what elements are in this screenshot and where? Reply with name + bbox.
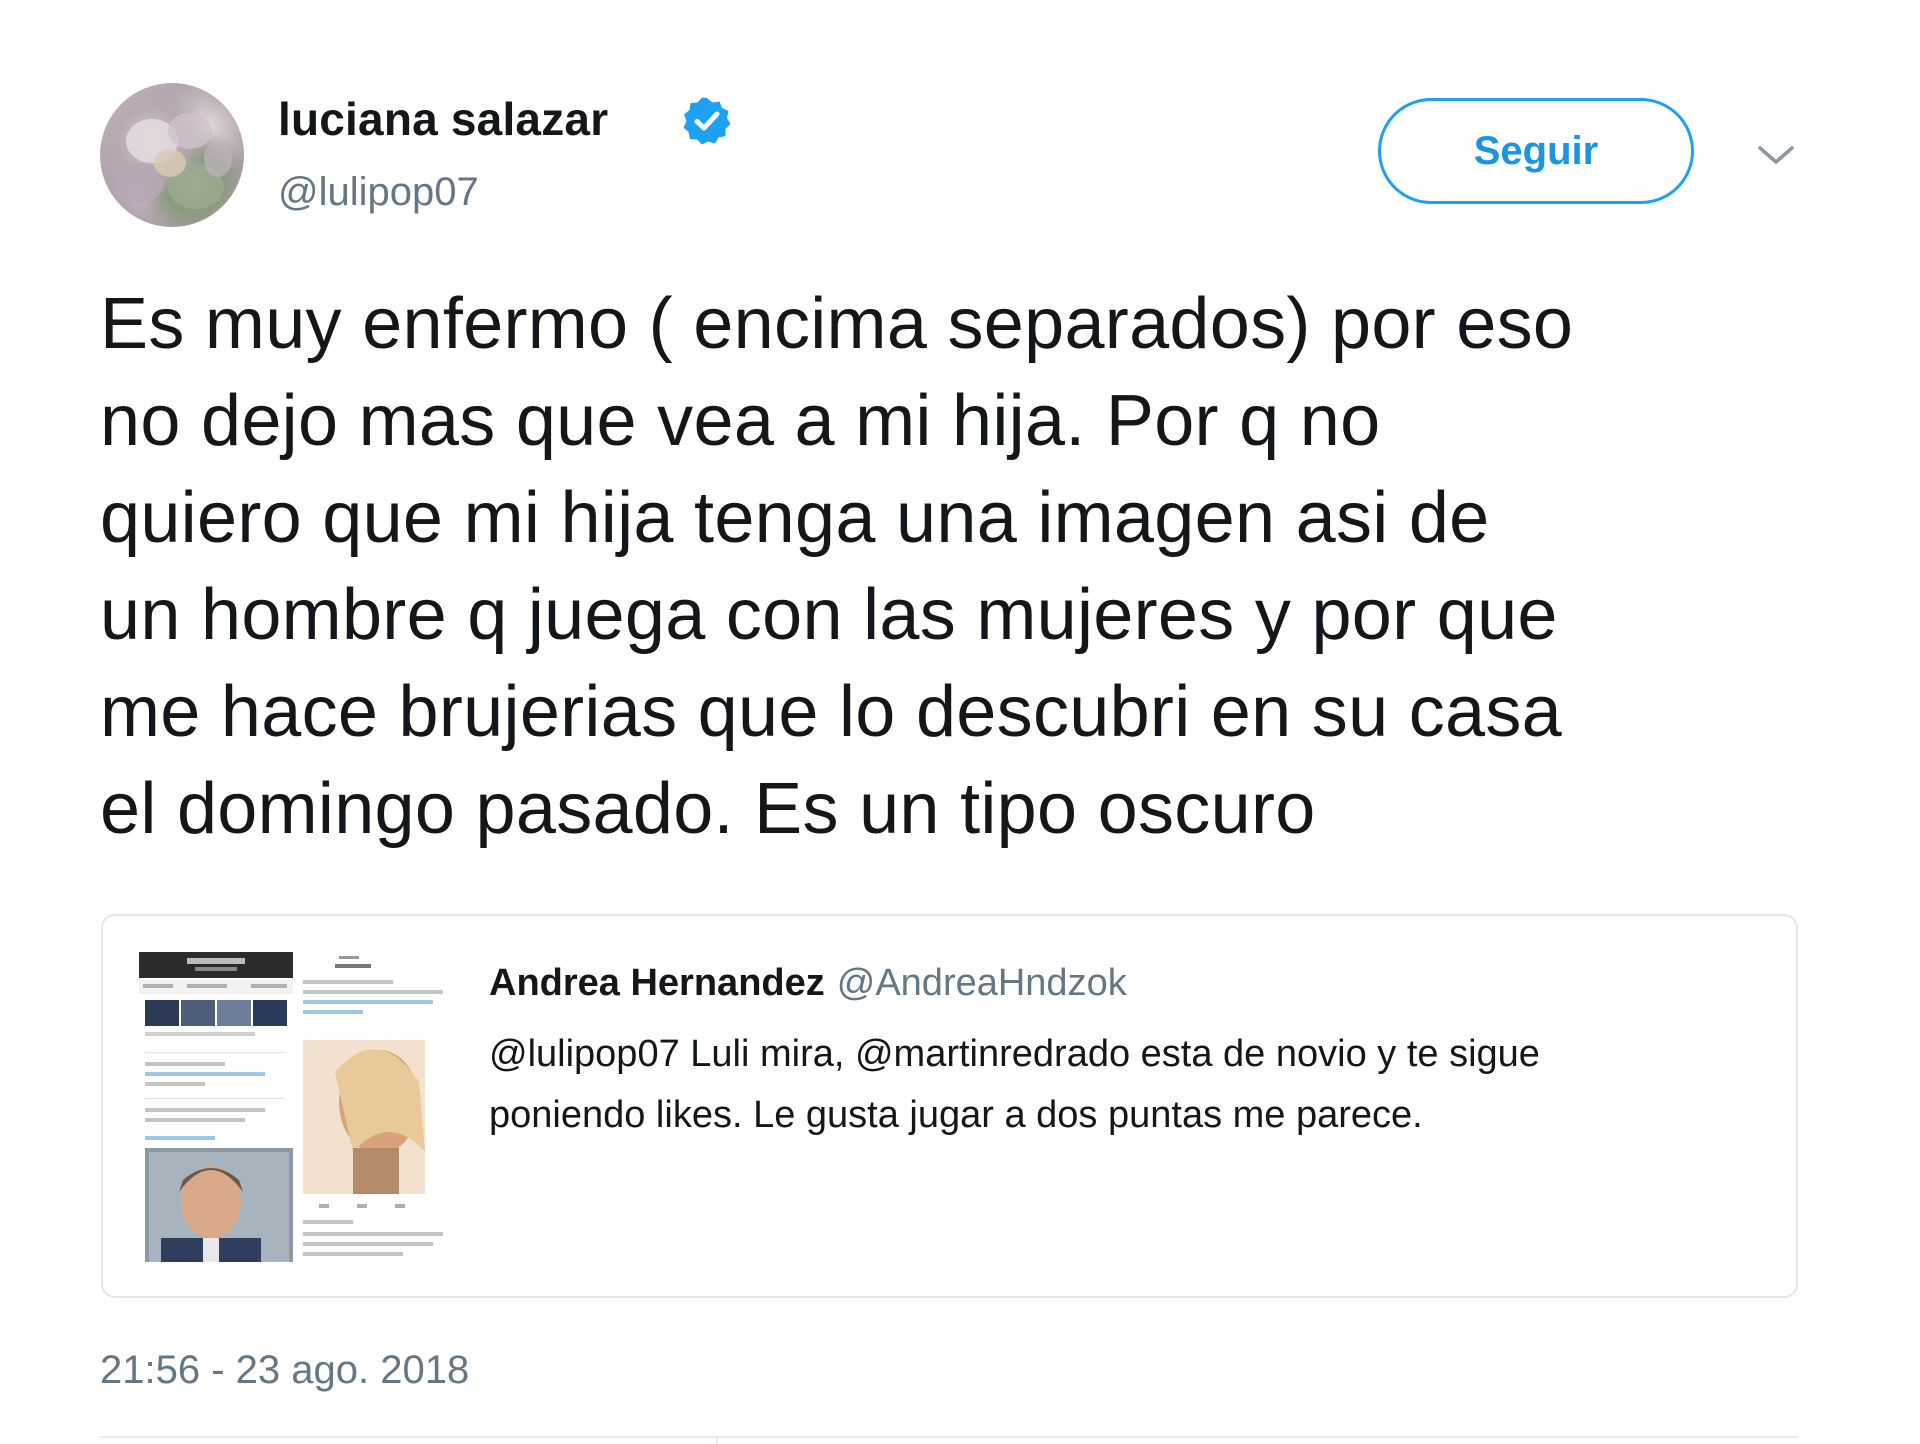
tweet-timestamp[interactable]: 21:56 - 23 ago. 2018 xyxy=(100,1348,469,1393)
tweet-text-line: un hombre q juega con las mujeres y por … xyxy=(100,575,1558,655)
tweet-text-line: el domingo pasado. Es un tipo oscuro xyxy=(100,769,1316,849)
quoted-tweet-media-thumbnail xyxy=(139,952,451,1262)
quoted-author-handle: @AndreaHndzok xyxy=(836,962,1127,1004)
follow-button[interactable]: Seguir xyxy=(1378,98,1694,204)
chevron-down-icon[interactable] xyxy=(1756,140,1796,170)
tweet: luciana salazar @lulipop07 Seguir Es muy… xyxy=(0,0,1920,1444)
quoted-author-name: Andrea Hernandez xyxy=(489,962,825,1004)
quoted-tweet-text-line: @lulipop07 Luli mira, @martinredrado est… xyxy=(489,1033,1540,1075)
tweet-text-line: quiero que mi hija tenga una imagen asi … xyxy=(100,478,1490,558)
tweet-text: Es muy enfermo ( encima separados) por e… xyxy=(100,276,1820,858)
quoted-tweet-text: @lulipop07 Luli mira, @martinredrado est… xyxy=(489,1024,1749,1146)
avatar[interactable] xyxy=(100,83,244,227)
quoted-tweet-text-line: poniendo likes. Le gusta jugar a dos pun… xyxy=(489,1094,1423,1136)
verified-badge-icon xyxy=(683,97,731,145)
avatar-image xyxy=(116,113,232,209)
tweet-text-line: Es muy enfermo ( encima separados) por e… xyxy=(100,284,1574,364)
user-handle[interactable]: @lulipop07 xyxy=(278,170,479,215)
tweet-text-line: no dejo mas que vea a mi hija. Por q no xyxy=(100,381,1381,461)
user-name[interactable]: luciana salazar xyxy=(278,92,608,146)
divider xyxy=(716,1436,718,1444)
tweet-text-line: me hace brujerias que lo descubri en su … xyxy=(100,672,1563,752)
divider xyxy=(100,1436,1798,1438)
quoted-tweet-card[interactable]: Andrea Hernandez @AndreaHndzok @lulipop07… xyxy=(101,914,1798,1298)
quoted-tweet-author[interactable]: Andrea Hernandez @AndreaHndzok xyxy=(489,962,1127,1005)
